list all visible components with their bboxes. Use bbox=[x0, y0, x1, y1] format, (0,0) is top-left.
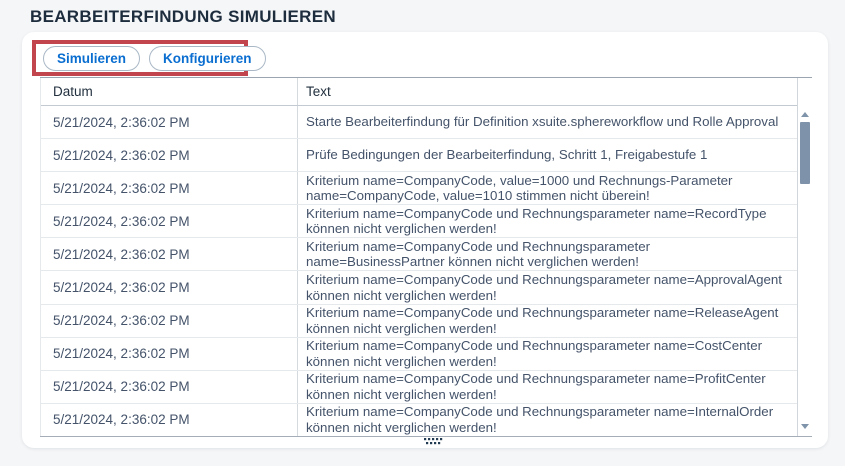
cell-text: Kriterium name=CompanyCode und Rechnungs… bbox=[297, 205, 797, 238]
cell-datum: 5/21/2024, 2:36:02 PM bbox=[53, 379, 190, 395]
cell-text: Starte Bearbeiterfindung für Definition … bbox=[297, 106, 797, 139]
cell-datum: 5/21/2024, 2:36:02 PM bbox=[53, 180, 190, 196]
cell-datum: 5/21/2024, 2:36:02 PM bbox=[53, 114, 190, 130]
log-table-main: Datum Text 5/21/2024, 2:36:02 PM Starte … bbox=[40, 78, 797, 436]
table-body: 5/21/2024, 2:36:02 PM Starte Bearbeiterf… bbox=[41, 106, 797, 436]
cell-datum: 5/21/2024, 2:36:02 PM bbox=[53, 346, 190, 362]
vertical-scrollbar[interactable] bbox=[797, 78, 812, 436]
cell-datum: 5/21/2024, 2:36:02 PM bbox=[53, 246, 190, 262]
configure-button[interactable]: Konfigurieren bbox=[149, 46, 266, 71]
toolbar: Simulieren Konfigurieren bbox=[43, 46, 266, 71]
cell-datum: 5/21/2024, 2:36:02 PM bbox=[53, 280, 190, 296]
cell-datum: 5/21/2024, 2:36:02 PM bbox=[53, 313, 190, 329]
scrollbar-thumb[interactable] bbox=[800, 122, 810, 184]
scroll-up-icon[interactable] bbox=[801, 112, 809, 117]
page: { "page": { "title": "BEARBEITERFINDUNG … bbox=[0, 0, 845, 466]
table-row: 5/21/2024, 2:36:02 PM Kriterium name=Com… bbox=[41, 271, 797, 305]
table-row: 5/21/2024, 2:36:02 PM Kriterium name=Com… bbox=[41, 370, 797, 404]
table-header-row: Datum Text bbox=[41, 78, 797, 106]
table-row: 5/21/2024, 2:36:02 PM Kriterium name=Com… bbox=[41, 337, 797, 371]
column-header-datum[interactable]: Datum bbox=[41, 78, 297, 105]
cell-datum: 5/21/2024, 2:36:02 PM bbox=[53, 213, 190, 229]
simulate-button[interactable]: Simulieren bbox=[43, 46, 141, 71]
table-row: 5/21/2024, 2:36:02 PM Kriterium name=Com… bbox=[41, 238, 797, 272]
resize-grip-dots bbox=[424, 438, 443, 445]
cell-text-value: Kriterium name=CompanyCode und Rechnungs… bbox=[306, 305, 779, 336]
cell-datum: 5/21/2024, 2:36:02 PM bbox=[53, 412, 190, 428]
cell-text-value: Kriterium name=CompanyCode und Rechnungs… bbox=[306, 371, 766, 402]
page-title: BEARBEITERFINDUNG SIMULIEREN bbox=[30, 7, 336, 26]
resize-grip-icon[interactable] bbox=[424, 437, 443, 446]
cell-text-value: Kriterium name=CompanyCode und Rechnungs… bbox=[306, 338, 763, 369]
column-header-text[interactable]: Text bbox=[297, 78, 797, 105]
cell-text: Kriterium name=CompanyCode und Rechnungs… bbox=[297, 370, 797, 403]
cell-text: Kriterium name=CompanyCode und Rechnungs… bbox=[297, 337, 797, 370]
table-row: 5/21/2024, 2:36:02 PM Kriterium name=Com… bbox=[41, 403, 797, 436]
table-row: 5/21/2024, 2:36:02 PM Prüfe Bedingungen … bbox=[41, 139, 797, 173]
cell-text: Kriterium name=CompanyCode und Rechnungs… bbox=[297, 238, 797, 271]
cell-text-value: Prüfe Bedingungen der Bearbeiterfindung,… bbox=[306, 147, 708, 163]
cell-text: Kriterium name=CompanyCode und Rechnungs… bbox=[297, 403, 797, 436]
cell-text-value: Kriterium name=CompanyCode und Rechnungs… bbox=[306, 238, 651, 270]
log-table: Datum Text 5/21/2024, 2:36:02 PM Starte … bbox=[40, 77, 812, 437]
table-row: 5/21/2024, 2:36:02 PM Kriterium name=Com… bbox=[41, 304, 797, 338]
table-row: 5/21/2024, 2:36:02 PM Starte Bearbeiterf… bbox=[41, 106, 797, 140]
cell-text-value: Kriterium name=CompanyCode und Rechnungs… bbox=[306, 272, 783, 303]
cell-text-value: Starte Bearbeiterfindung für Definition … bbox=[306, 114, 779, 130]
cell-text: Kriterium name=CompanyCode und Rechnungs… bbox=[297, 271, 797, 304]
table-row: 5/21/2024, 2:36:02 PM Kriterium name=Com… bbox=[41, 172, 797, 206]
cell-text-value: Kriterium name=CompanyCode und Rechnungs… bbox=[306, 205, 767, 237]
cell-datum: 5/21/2024, 2:36:02 PM bbox=[53, 147, 190, 163]
cell-text: Prüfe Bedingungen der Bearbeiterfindung,… bbox=[297, 139, 797, 172]
cell-text-value: Kriterium name=CompanyCode und Rechnungs… bbox=[306, 404, 774, 435]
simulation-panel: Simulieren Konfigurieren Datum Text 5/21… bbox=[22, 32, 828, 448]
table-row: 5/21/2024, 2:36:02 PM Kriterium name=Com… bbox=[41, 205, 797, 239]
scroll-down-icon[interactable] bbox=[801, 424, 809, 429]
cell-text: Kriterium name=CompanyCode und Rechnungs… bbox=[297, 304, 797, 337]
cell-text: Kriterium name=CompanyCode, value=1000 u… bbox=[297, 172, 797, 205]
cell-text-value: Kriterium name=CompanyCode, value=1000 u… bbox=[306, 172, 733, 204]
